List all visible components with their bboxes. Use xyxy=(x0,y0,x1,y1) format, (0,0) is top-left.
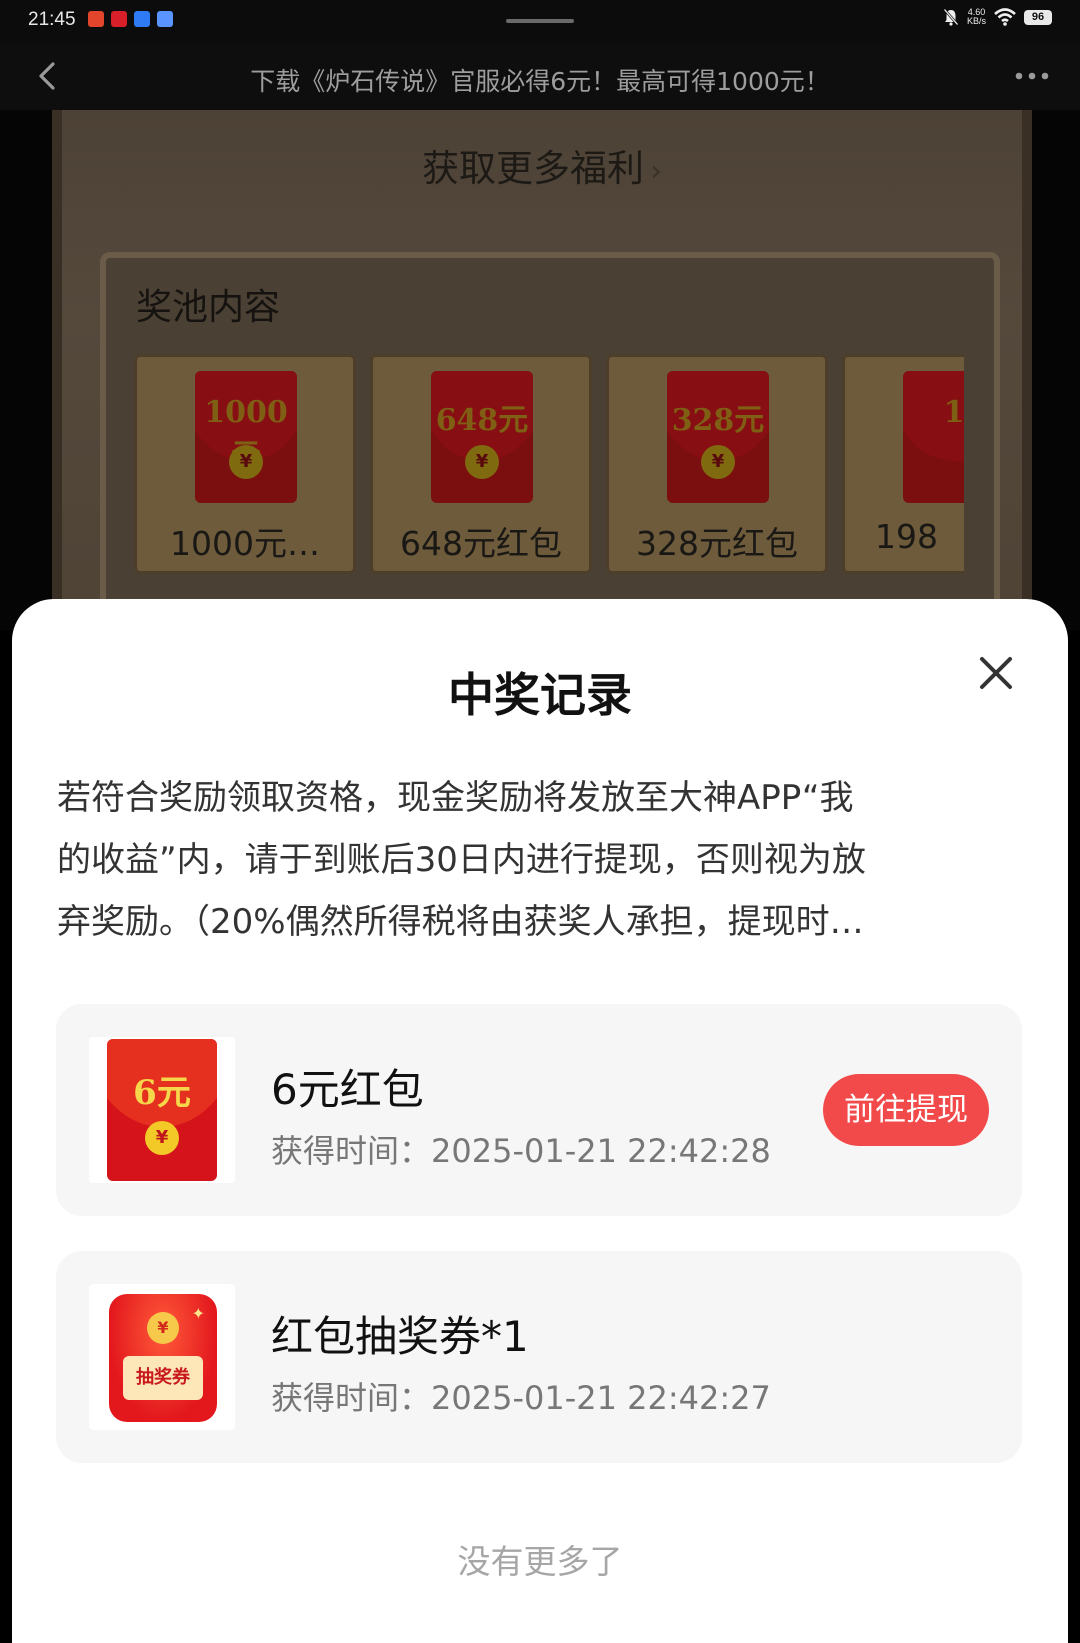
app-notification-icon xyxy=(134,11,150,27)
record-time-label: 获得时间： xyxy=(271,1379,432,1417)
yuan-coin-icon: ¥ xyxy=(465,445,499,479)
red-envelope-icon: 6元 ¥ xyxy=(107,1039,217,1181)
network-speed: 4.60 KB/s xyxy=(967,8,986,26)
prize-list: 1000元 ¥ 1000元… 648元 ¥ 648元红包 xyxy=(134,354,964,574)
red-envelope-icon: 1 xyxy=(903,371,964,503)
chevron-left-icon[interactable] xyxy=(30,58,66,94)
notice-line: 若符合奖励领取资格，现金奖励将发放至大神APP“我 xyxy=(57,778,854,818)
network-speed-unit: KB/s xyxy=(966,16,986,26)
prize-card[interactable]: 1000元 ¥ 1000元… xyxy=(134,354,356,574)
page-title: 下载《炉石传说》官服必得6元！最高可得1000元！ xyxy=(250,67,830,96)
app-notification-icon xyxy=(157,11,173,27)
win-records-sheet: 中奖记录 若符合奖励领取资格，现金奖励将发放至大神APP“我 的收益”内，请于到… xyxy=(12,599,1068,1643)
prize-label: 1000元… xyxy=(170,524,320,563)
win-record-item: ¥ ✦ 抽奖券 红包抽奖券*1 获得时间：2025-01-21 22:42:27 xyxy=(56,1251,1022,1463)
record-time-value: 2025-01-21 22:42:28 xyxy=(431,1132,771,1170)
record-time-label: 获得时间： xyxy=(271,1132,432,1170)
record-name: 6元红包 xyxy=(271,1065,424,1114)
status-time: 21:45 xyxy=(28,9,76,30)
prize-amount: 1 xyxy=(943,395,964,430)
notice-line: 弃奖励。（20%偶然所得税将由获奖人承担，提现时… xyxy=(57,902,864,942)
prize-card[interactable]: 1 198 xyxy=(842,354,964,574)
record-name: 红包抽奖券*1 xyxy=(271,1312,529,1361)
prize-label: 328元红包 xyxy=(636,524,798,563)
prize-amount: 648元 xyxy=(435,403,529,438)
parchment-panel: 获取更多福利› 奖池内容 1000元 ¥ 1000元… 648元 xyxy=(52,110,1032,630)
yuan-coin-icon: ¥ xyxy=(147,1312,179,1344)
prize-label: 648元红包 xyxy=(400,524,562,563)
wifi-icon xyxy=(994,8,1016,26)
record-thumbnail: 6元 ¥ xyxy=(89,1037,235,1183)
red-envelope-icon: 328元 ¥ xyxy=(667,371,769,503)
ticket-label: 抽奖券 xyxy=(123,1356,203,1400)
app-notification-icon xyxy=(88,11,104,27)
sparkle-icon: ✦ xyxy=(191,1304,205,1323)
window-handle[interactable] xyxy=(506,19,574,23)
yuan-coin-icon: ¥ xyxy=(145,1121,179,1155)
nav-bar: 下载《炉石传说》官服必得6元！最高可得1000元！ xyxy=(0,44,1080,110)
more-benefits-link[interactable]: 获取更多福利 › xyxy=(62,138,1022,192)
status-indicators: 4.60 KB/s 96 xyxy=(943,8,1052,26)
yuan-coin-icon: ¥ xyxy=(229,445,263,479)
prize-pool: 奖池内容 1000元 ¥ 1000元… 648元 ¥ 6 xyxy=(100,252,1000,630)
reward-notice: 若符合奖励领取资格，现金奖励将发放至大神APP“我 的收益”内，请于到账后30日… xyxy=(57,767,1017,953)
withdraw-button[interactable]: 前往提现 xyxy=(823,1074,989,1146)
record-time: 获得时间：2025-01-21 22:42:27 xyxy=(271,1373,771,1419)
background-page: 获取更多福利› 奖池内容 1000元 ¥ 1000元… 648元 xyxy=(0,110,1080,630)
sheet-title: 中奖记录 xyxy=(448,668,632,722)
more-dots-icon[interactable] xyxy=(1012,66,1052,86)
win-record-item: 6元 ¥ 6元红包 获得时间：2025-01-21 22:42:28 前往提现 xyxy=(56,1004,1022,1216)
record-time: 获得时间：2025-01-21 22:42:28 xyxy=(271,1126,771,1172)
prize-card[interactable]: 648元 ¥ 648元红包 xyxy=(370,354,592,574)
prize-pool-title: 奖池内容 xyxy=(136,287,281,328)
lottery-ticket-icon: ¥ ✦ 抽奖券 xyxy=(109,1294,217,1422)
mute-bell-icon xyxy=(943,8,959,26)
close-icon[interactable] xyxy=(974,651,1018,695)
notification-icons xyxy=(88,11,173,27)
record-thumbnail: ¥ ✦ 抽奖券 xyxy=(89,1284,235,1430)
prize-amount: 328元 xyxy=(671,403,765,438)
status-bar: 21:45 4.60 KB/s 96 xyxy=(0,0,1080,44)
red-envelope-icon: 648元 ¥ xyxy=(431,371,533,503)
more-benefits-label: 获取更多福利 xyxy=(422,147,644,190)
red-envelope-icon: 1000元 ¥ xyxy=(195,371,297,503)
notice-line: 的收益”内，请于到账后30日内进行提现，否则视为放 xyxy=(57,840,866,880)
yuan-coin-icon: ¥ xyxy=(701,445,735,479)
prize-label: 198 xyxy=(875,517,938,556)
battery-indicator: 96 xyxy=(1024,9,1052,25)
prize-card[interactable]: 328元 ¥ 328元红包 xyxy=(606,354,828,574)
list-end-text: 没有更多了 xyxy=(457,1542,623,1581)
netease-icon xyxy=(111,11,127,27)
record-time-value: 2025-01-21 22:42:27 xyxy=(431,1379,771,1417)
thumb-amount: 6元 xyxy=(133,1073,191,1113)
chevron-right-icon: › xyxy=(650,154,662,189)
